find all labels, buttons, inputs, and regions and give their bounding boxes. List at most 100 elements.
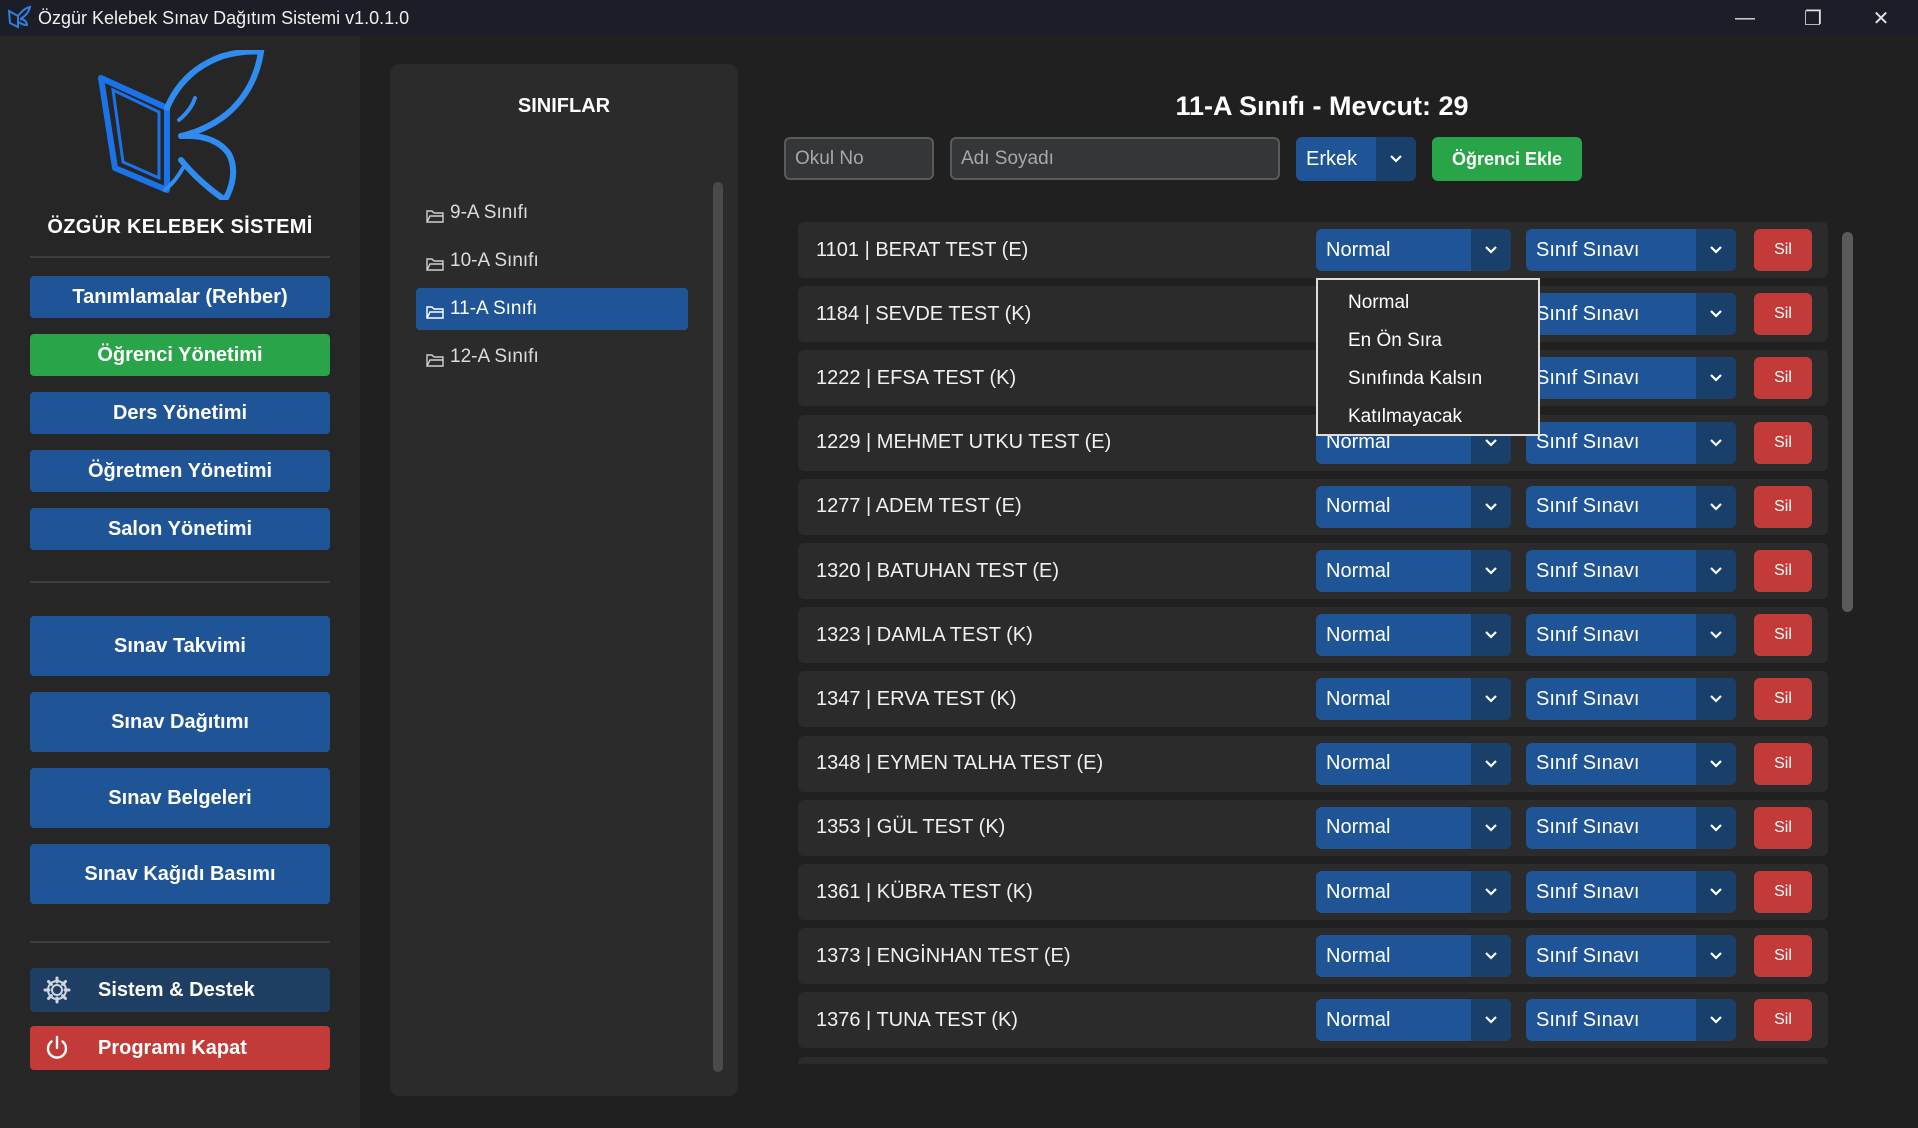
exam-type-select[interactable]: Sınıf Sınavı	[1526, 421, 1736, 464]
exam-type-select[interactable]: Sınıf Sınavı	[1526, 293, 1736, 336]
quit-program-label: Programı Kapat	[98, 1036, 247, 1059]
exam-type-select-value: Sınıf Sınavı	[1536, 944, 1640, 967]
delete-student-button[interactable]: Sil	[1754, 229, 1812, 271]
exam-type-select[interactable]: Sınıf Sınavı	[1526, 678, 1736, 721]
nav-sinav-dagitimi-button[interactable]: Sınav Dağıtımı	[30, 692, 330, 752]
chevron-down-icon[interactable]	[1696, 871, 1736, 913]
exam-type-select[interactable]: Sınıf Sınavı	[1526, 614, 1736, 657]
chevron-down-icon[interactable]	[1471, 678, 1511, 721]
add-student-button[interactable]: Öğrenci Ekle	[1432, 137, 1582, 181]
nav-sinav-belgeleri-button[interactable]: Sınav Belgeleri	[30, 768, 330, 828]
chevron-down-icon[interactable]	[1696, 742, 1736, 785]
chevron-down-icon[interactable]	[1471, 485, 1511, 528]
status-option-katilmayacak[interactable]: Katılmayacak	[1348, 406, 1462, 428]
delete-student-button[interactable]: Sil	[1754, 293, 1812, 336]
chevron-down-icon[interactable]	[1696, 614, 1736, 657]
chevron-down-icon[interactable]	[1696, 999, 1736, 1042]
nav-ogrenci-yonetimi-button[interactable]: Öğrenci Yönetimi	[30, 334, 330, 376]
delete-student-button[interactable]: Sil	[1754, 806, 1812, 849]
close-window-button[interactable]: ✕	[1849, 0, 1913, 36]
status-select[interactable]: Normal	[1316, 806, 1511, 849]
class-item-12a[interactable]: 12-A Sınıfı	[416, 336, 688, 378]
status-select[interactable]: Normal	[1316, 999, 1511, 1042]
maximize-button[interactable]: ❐	[1781, 0, 1845, 36]
chevron-down-icon[interactable]	[1696, 229, 1736, 271]
exam-type-select[interactable]: Sınıf Sınavı	[1526, 357, 1736, 400]
student-list: 1101 | BERAT TEST (E) Normal Sınıf Sınavı S…	[798, 222, 1828, 1064]
student-label: 1184 | SEVDE TEST (K)	[816, 302, 1032, 325]
class-item-11a[interactable]: 11-A Sınıfı	[416, 288, 688, 330]
chevron-down-icon[interactable]	[1376, 137, 1416, 181]
name-input[interactable]	[950, 137, 1280, 180]
chevron-down-icon[interactable]	[1696, 421, 1736, 464]
chevron-down-icon[interactable]	[1471, 229, 1511, 271]
student-list-scrollbar[interactable]	[1842, 232, 1853, 612]
chevron-down-icon[interactable]	[1696, 293, 1736, 336]
status-select[interactable]: Normal	[1316, 678, 1511, 721]
class-list-scrollbar[interactable]	[713, 182, 723, 1072]
nav-sinav-kagidi-basimi-button[interactable]: Sınav Kağıdı Basımı	[30, 844, 330, 904]
class-item-10a[interactable]: 10-A Sınıfı	[416, 240, 688, 282]
status-select[interactable]: Normal	[1316, 229, 1511, 271]
status-select[interactable]: Normal	[1316, 485, 1511, 528]
chevron-down-icon[interactable]	[1696, 806, 1736, 849]
chevron-down-icon[interactable]	[1471, 871, 1511, 913]
exam-type-select[interactable]: Sınıf Sınavı	[1526, 935, 1736, 978]
nav-salon-yonetimi-button[interactable]: Salon Yönetimi	[30, 508, 330, 550]
class-list-heading: SINIFLAR	[517, 95, 611, 117]
chevron-down-icon[interactable]	[1696, 935, 1736, 978]
student-label: 1222 | EFSA TEST (K)	[816, 366, 1017, 389]
exam-type-select[interactable]: Sınıf Sınavı	[1526, 742, 1736, 785]
status-select-value: Normal	[1326, 816, 1391, 839]
quit-program-button[interactable]: Programı Kapat	[30, 1026, 330, 1070]
chevron-down-icon[interactable]	[1471, 614, 1511, 657]
gender-select[interactable]: Erkek	[1296, 137, 1416, 181]
status-select[interactable]: Normal	[1316, 550, 1511, 592]
status-dropdown-menu: Normal En Ön Sıra Sınıfında Kalsın Katıl…	[1316, 278, 1540, 436]
chevron-down-icon[interactable]	[1471, 806, 1511, 849]
chevron-down-icon[interactable]	[1471, 935, 1511, 978]
okul-no-input[interactable]	[784, 137, 934, 180]
status-select[interactable]: Normal	[1316, 614, 1511, 657]
status-select[interactable]: Normal	[1316, 935, 1511, 978]
minimize-button[interactable]: —	[1713, 0, 1777, 36]
class-item-9a[interactable]: 9-A Sınıfı	[416, 192, 688, 234]
delete-student-button[interactable]: Sil	[1754, 357, 1812, 400]
delete-student-button[interactable]: Sil	[1754, 550, 1812, 592]
status-option-sinifinda-kalsin[interactable]: Sınıfında Kalsın	[1348, 368, 1482, 390]
student-row: 1222 | EFSA TEST (K)NormalSınıf SınavıSi…	[798, 350, 1828, 407]
delete-student-button[interactable]: Sil	[1754, 871, 1812, 913]
exam-type-select[interactable]: Sınıf Sınavı	[1526, 550, 1736, 592]
delete-student-button[interactable]: Sil	[1754, 678, 1812, 721]
delete-student-button[interactable]: Sil	[1754, 614, 1812, 657]
exam-type-select[interactable]: Sınıf Sınavı	[1526, 485, 1736, 528]
exam-type-select[interactable]: Sınıf Sınavı	[1526, 999, 1736, 1042]
exam-type-select[interactable]: Sınıf Sınavı	[1526, 871, 1736, 913]
delete-student-button[interactable]: Sil	[1754, 999, 1812, 1042]
nav-ogretmen-yonetimi-button[interactable]: Öğretmen Yönetimi	[30, 450, 330, 492]
status-select[interactable]: Normal	[1316, 871, 1511, 913]
delete-student-button[interactable]: Sil	[1754, 742, 1812, 785]
gender-select-value: Erkek	[1306, 147, 1358, 170]
nav-sinav-takvimi-button[interactable]: Sınav Takvimi	[30, 616, 330, 676]
status-select-value: Normal	[1326, 238, 1391, 261]
delete-student-button[interactable]: Sil	[1754, 421, 1812, 464]
exam-type-select[interactable]: Sınıf Sınavı	[1526, 806, 1736, 849]
system-support-button[interactable]: Sistem & Destek	[30, 968, 330, 1012]
exam-type-select[interactable]: Sınıf Sınavı	[1526, 229, 1736, 271]
status-select[interactable]: Normal	[1316, 742, 1511, 785]
chevron-down-icon[interactable]	[1696, 678, 1736, 721]
delete-student-button[interactable]: Sil	[1754, 935, 1812, 978]
chevron-down-icon[interactable]	[1471, 742, 1511, 785]
status-select-value: Normal	[1326, 944, 1391, 967]
status-option-en-on-sira[interactable]: En Ön Sıra	[1348, 330, 1442, 352]
status-option-normal[interactable]: Normal	[1348, 292, 1409, 314]
nav-ders-yonetimi-button[interactable]: Ders Yönetimi	[30, 392, 330, 434]
nav-tanimlamalar-button[interactable]: Tanımlamalar (Rehber)	[30, 276, 330, 318]
chevron-down-icon[interactable]	[1471, 999, 1511, 1042]
chevron-down-icon[interactable]	[1696, 550, 1736, 592]
delete-student-button[interactable]: Sil	[1754, 485, 1812, 528]
chevron-down-icon[interactable]	[1696, 485, 1736, 528]
chevron-down-icon[interactable]	[1471, 550, 1511, 592]
chevron-down-icon[interactable]	[1696, 357, 1736, 400]
